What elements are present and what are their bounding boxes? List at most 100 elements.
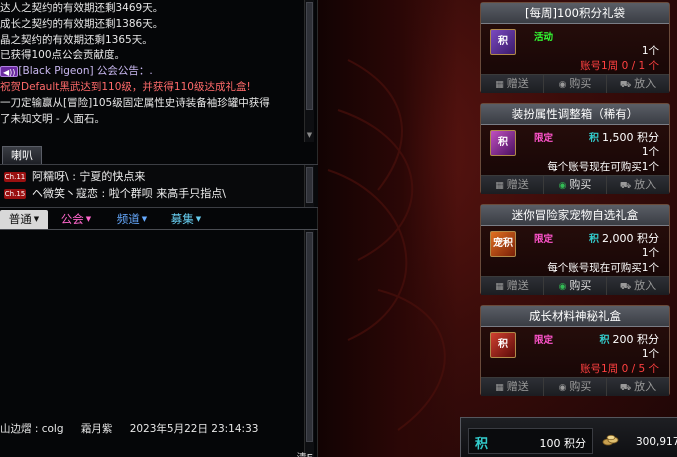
system-line: 成长之契约的有效期还剩1386天。 bbox=[0, 17, 164, 30]
system-line: 已获得100点公会贡献度。 bbox=[0, 49, 126, 62]
system-message-log: 达人之契约的有效期还剩3469天。 成长之契约的有效期还剩1386天。 晶之契约… bbox=[0, 0, 302, 142]
buy-button[interactable]: ◉ 购买 bbox=[544, 378, 607, 396]
points-icon: 积 bbox=[589, 234, 599, 245]
purchase-limit: 每个账号现在可购买1个 bbox=[547, 262, 659, 274]
gift-button[interactable]: ▦ 赠送 bbox=[481, 378, 544, 396]
cart-icon: ⛟ bbox=[619, 383, 632, 393]
chat-panel: 达人之契约的有效期还剩3469天。 成长之契约的有效期还剩1386天。 晶之契约… bbox=[0, 0, 318, 457]
gift-button[interactable]: ▦ 赠送 bbox=[481, 75, 544, 93]
card-title: 装扮属性调整箱（稀有） bbox=[481, 104, 669, 125]
tab-guild[interactable]: 公会 ▼ bbox=[50, 210, 102, 229]
horn-message-area: Ch.11 阿糯呀\ : 宁夏的快点来 Ch.15 ヘ微笑丶寇恋 : 啦个群呗 来高… bbox=[0, 164, 318, 208]
add-to-cart-button[interactable]: ⛟ 放入 bbox=[607, 378, 669, 396]
points-balance: 积 100 积分 bbox=[468, 428, 593, 454]
card-body: 宠积 限定 积 2,000 积分 1个 每个账号现在可购买1个 bbox=[481, 226, 669, 276]
shop-card: 迷你冒险家宠物自选礼盒 宠积 限定 积 2,000 积分 1个 每个账号现在可购买… bbox=[480, 204, 670, 295]
shop-card: 装扮属性调整箱（稀有） 积 限定 积 1,500 积分 1个 每个账号现在可购买1… bbox=[480, 103, 670, 194]
purchase-limit: 账号1周 0 / 1 个 bbox=[580, 60, 659, 72]
limited-badge: 限定 bbox=[534, 234, 554, 245]
megaphone-icon: ◀)) bbox=[0, 65, 19, 77]
buy-icon: ◉ bbox=[558, 383, 567, 393]
cart-icon: ⛟ bbox=[619, 80, 632, 90]
background-decoration bbox=[327, 59, 446, 431]
item-count: 1个 bbox=[641, 348, 659, 360]
add-to-cart-button[interactable]: ⛟ 放入 bbox=[607, 176, 669, 194]
card-actions: ▦ 赠送 ◉ 购买 ⛟ 放入 bbox=[481, 377, 669, 396]
buy-icon: ◉ bbox=[558, 80, 567, 90]
item-price: 积 200 积分 bbox=[599, 333, 660, 346]
shop-card: 成长材料神秘礼盒 积 限定 积 200 积分 1个 账号1周 0 / 5 个 ▦ 赠… bbox=[480, 305, 670, 396]
card-title: 迷你冒险家宠物自选礼盒 bbox=[481, 205, 669, 226]
tab-horn[interactable]: 喇叭 bbox=[2, 146, 42, 164]
horn-scrollbar[interactable] bbox=[304, 165, 314, 207]
guild-notice-line: ◀)) [Black Pigeon] 公会公告：. bbox=[0, 64, 302, 80]
costume-box-icon[interactable]: 积 bbox=[490, 130, 516, 156]
buy-icon: ◉ bbox=[558, 181, 567, 191]
chat-scrollbar[interactable] bbox=[304, 230, 314, 457]
event-badge: 活动 bbox=[534, 32, 554, 43]
chevron-down-icon: ▼ bbox=[141, 215, 148, 223]
points-bag-icon[interactable]: 积 bbox=[490, 29, 516, 55]
card-actions: ▦ 赠送 ◉ 购买 ⛟ 放入 bbox=[481, 74, 669, 93]
gift-button[interactable]: ▦ 赠送 bbox=[481, 176, 544, 194]
chevron-down-icon: ▼ bbox=[85, 215, 92, 223]
card-actions: ▦ 赠送 ◉ 购买 ⛟ 放入 bbox=[481, 276, 669, 295]
material-box-icon[interactable]: 积 bbox=[490, 332, 516, 358]
item-count: 1个 bbox=[641, 247, 659, 259]
purchase-limit: 每个账号现在可购买1个 bbox=[547, 161, 659, 173]
tab-channel[interactable]: 频道 ▼ bbox=[106, 210, 158, 229]
add-to-cart-button[interactable]: ⛟ 放入 bbox=[607, 277, 669, 295]
channel-badge: Ch.11 bbox=[4, 172, 26, 182]
horn-message: Ch.11 阿糯呀\ : 宁夏的快点来 bbox=[4, 170, 146, 183]
gift-button[interactable]: ▦ 赠送 bbox=[481, 277, 544, 295]
scrollbar-thumb[interactable] bbox=[306, 232, 313, 442]
channel-badge: Ch.15 bbox=[4, 189, 26, 199]
buy-icon: ◉ bbox=[558, 282, 567, 292]
scrollbar-thumb[interactable] bbox=[306, 2, 313, 110]
gift-icon: ▦ bbox=[495, 80, 504, 90]
buy-button[interactable]: ◉ 购买 bbox=[544, 277, 607, 295]
gift-icon: ▦ bbox=[495, 282, 504, 292]
system-line: 晶之契约的有效期还剩1365天。 bbox=[0, 33, 153, 46]
system-log-scrollbar[interactable]: ▼ bbox=[304, 0, 314, 142]
chat-clear-label[interactable]: 清E bbox=[297, 449, 313, 457]
points-icon: 积 bbox=[599, 335, 610, 346]
system-line: 了未知文明 - 人面石。 bbox=[0, 112, 105, 125]
item-count: 1个 bbox=[641, 146, 659, 158]
points-icon: 积 bbox=[475, 437, 489, 452]
chevron-down-icon: ▼ bbox=[33, 215, 40, 223]
gift-icon: ▦ bbox=[495, 383, 504, 393]
gold-value: 300,917,74 bbox=[636, 436, 677, 448]
wallet-bar: 积 100 积分 300,917,74 bbox=[460, 417, 677, 457]
purchase-limit: 账号1周 0 / 5 个 bbox=[580, 363, 659, 375]
item-price: 积 1,500 积分 bbox=[589, 131, 659, 144]
card-title: 成长材料神秘礼盒 bbox=[481, 306, 669, 327]
card-body: 积 限定 积 1,500 积分 1个 每个账号现在可购买1个 bbox=[481, 125, 669, 175]
shop-card: [每周]100积分礼袋 积 活动 1个 账号1周 0 / 1 个 ▦ 赠送 ◉ 购买… bbox=[480, 2, 670, 93]
cart-icon: ⛟ bbox=[619, 181, 632, 191]
card-title: [每周]100积分礼袋 bbox=[481, 3, 669, 24]
system-line: 达人之契约的有效期还剩3469天。 bbox=[0, 2, 164, 14]
pet-box-icon[interactable]: 宠积 bbox=[490, 231, 516, 257]
card-body: 积 限定 积 200 积分 1个 账号1周 0 / 5 个 bbox=[481, 327, 669, 377]
points-value: 100 积分 bbox=[539, 437, 587, 450]
buy-button[interactable]: ◉ 购买 bbox=[544, 176, 607, 194]
tab-recruit[interactable]: 募集 ▼ bbox=[160, 210, 212, 229]
limited-badge: 限定 bbox=[534, 133, 554, 144]
scroll-down-icon[interactable]: ▼ bbox=[306, 131, 313, 139]
tab-normal[interactable]: 普通 ▼ bbox=[0, 210, 48, 229]
chat-name: 霜月紫 bbox=[80, 423, 113, 435]
system-line: 一刀定输赢从[冒险]105级固定属性史诗装备袖珍罐中获得 bbox=[0, 96, 270, 109]
chat-tab-bar: 普通 ▼ 公会 ▼ 频道 ▼ 募集 ▼ bbox=[0, 210, 318, 230]
chat-message: 山边熠 : colg 霜月紫 2023年5月22日 23:14:33 bbox=[0, 421, 258, 437]
add-to-cart-button[interactable]: ⛟ 放入 bbox=[607, 75, 669, 93]
item-price: 积 2,000 积分 bbox=[589, 232, 659, 245]
system-line: 祝贺Default黑武达到110级，并获得110级达成礼盒! bbox=[0, 80, 251, 93]
chat-timestamp: 2023年5月22日 23:14:33 bbox=[129, 423, 259, 435]
chat-sender: 山边熠 : colg bbox=[0, 423, 64, 435]
chat-message-area: 山边熠 : colg 霜月紫 2023年5月22日 23:14:33 bbox=[0, 230, 318, 457]
buy-button[interactable]: ◉ 购买 bbox=[544, 75, 607, 93]
limited-badge: 限定 bbox=[534, 335, 554, 346]
card-actions: ▦ 赠送 ◉ 购买 ⛟ 放入 bbox=[481, 175, 669, 194]
scrollbar-thumb[interactable] bbox=[306, 167, 313, 203]
